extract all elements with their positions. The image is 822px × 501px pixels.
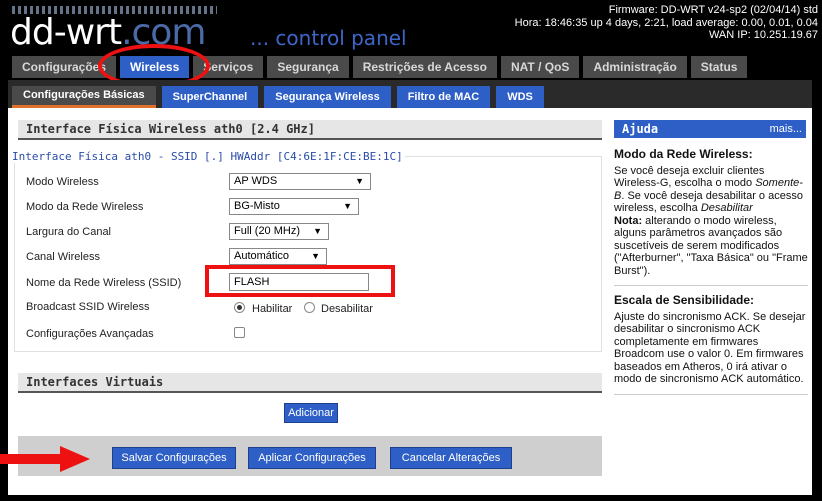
save-button[interactable]: Salvar Configurações: [112, 447, 236, 469]
advanced-settings-checkbox[interactable]: [234, 327, 245, 338]
tagline: ... control panel: [250, 26, 407, 50]
channel-width-select[interactable]: Full (20 MHz) ▼: [229, 223, 329, 240]
wan-ip: WAN IP: 10.251.19.67: [708, 29, 818, 41]
label-broadcast-ssid: Broadcast SSID Wireless: [26, 301, 150, 313]
apply-button[interactable]: Aplicar Configurações: [248, 447, 376, 469]
subtab-superchannel[interactable]: SuperChannel: [161, 86, 259, 108]
channel-select[interactable]: Automático ▼: [229, 248, 327, 265]
label-channel: Canal Wireless: [26, 251, 100, 263]
tab-restricoes-acesso[interactable]: Restrições de Acesso: [352, 56, 497, 78]
subtab-configuracoes-basicas[interactable]: Configurações Básicas: [12, 86, 156, 108]
sub-tabs: Configurações Básicas SuperChannel Segur…: [12, 86, 544, 108]
help-title: Ajuda: [622, 122, 659, 136]
wireless-mode-select[interactable]: AP WDS ▼: [229, 173, 371, 190]
label-network-mode: Modo da Rede Wireless: [26, 201, 144, 213]
broadcast-disable-radio[interactable]: [304, 302, 315, 313]
uptime: Hora: 18:46:35 up 4 days, 2:21, load ave…: [514, 16, 818, 29]
broadcast-enable-label: Habilitar: [252, 303, 293, 315]
broadcast-enable-radio[interactable]: [234, 302, 245, 313]
subtab-seguranca-wireless[interactable]: Segurança Wireless: [264, 86, 391, 108]
label-advanced-settings: Configurações Avançadas: [26, 328, 154, 340]
cancel-button[interactable]: Cancelar Alterações: [390, 447, 512, 469]
chevron-down-icon: ▼: [343, 201, 352, 211]
router-info: Firmware: DD-WRT v24-sp2 (02/04/14) std …: [515, 4, 818, 42]
add-virtual-interface-button[interactable]: Adicionar: [284, 403, 338, 423]
subtab-wds[interactable]: WDS: [496, 86, 544, 108]
tab-administracao[interactable]: Administração: [583, 56, 687, 78]
broadcast-disable-label: Desabilitar: [321, 303, 373, 315]
firmware-version: Firmware: DD-WRT v24-sp2 (02/04/14) std: [608, 4, 818, 16]
help-section-title: Escala de Sensibilidade:: [614, 293, 755, 307]
label-ssid: Nome da Rede Wireless (SSID): [26, 277, 182, 289]
annotation-box: [205, 265, 395, 297]
tab-nat-qos[interactable]: NAT / QoS: [500, 56, 580, 78]
subtab-filtro-mac[interactable]: Filtro de MAC: [396, 86, 491, 108]
divider: [614, 393, 808, 395]
label-channel-width: Largura do Canal: [26, 226, 112, 238]
section-header-physical: Interface Física Wireless ath0 [2.4 GHz]: [18, 120, 602, 140]
tab-status[interactable]: Status: [690, 56, 748, 78]
main-content: Interface Física Wireless ath0 [2.4 GHz]…: [0, 108, 812, 495]
tab-seguranca[interactable]: Segurança: [267, 56, 349, 78]
help-text: Ajuste do sincronismo ACK. Se desejar de…: [614, 310, 806, 386]
chevron-down-icon: ▼: [355, 176, 364, 186]
divider: [614, 285, 808, 286]
interface-legend: Interface Física ath0 - SSID [.] HWAddr …: [10, 150, 405, 163]
help-body: Modo da Rede Wireless: Se você deseja ex…: [614, 148, 808, 403]
network-mode-select[interactable]: BG-Misto ▼: [229, 198, 359, 215]
section-header-virtual: Interfaces Virtuais: [18, 373, 602, 393]
help-more-link[interactable]: mais...: [770, 120, 802, 138]
help-section-title: Modo da Rede Wireless:: [614, 147, 753, 161]
chevron-down-icon: ▼: [311, 251, 320, 261]
help-header: Ajuda mais...: [614, 120, 806, 138]
annotation-arrow: [0, 446, 90, 472]
label-wireless-mode: Modo Wireless: [26, 176, 99, 188]
help-text: Se você deseja excluir clientes Wireless…: [614, 164, 808, 277]
chevron-down-icon: ▼: [313, 226, 322, 236]
